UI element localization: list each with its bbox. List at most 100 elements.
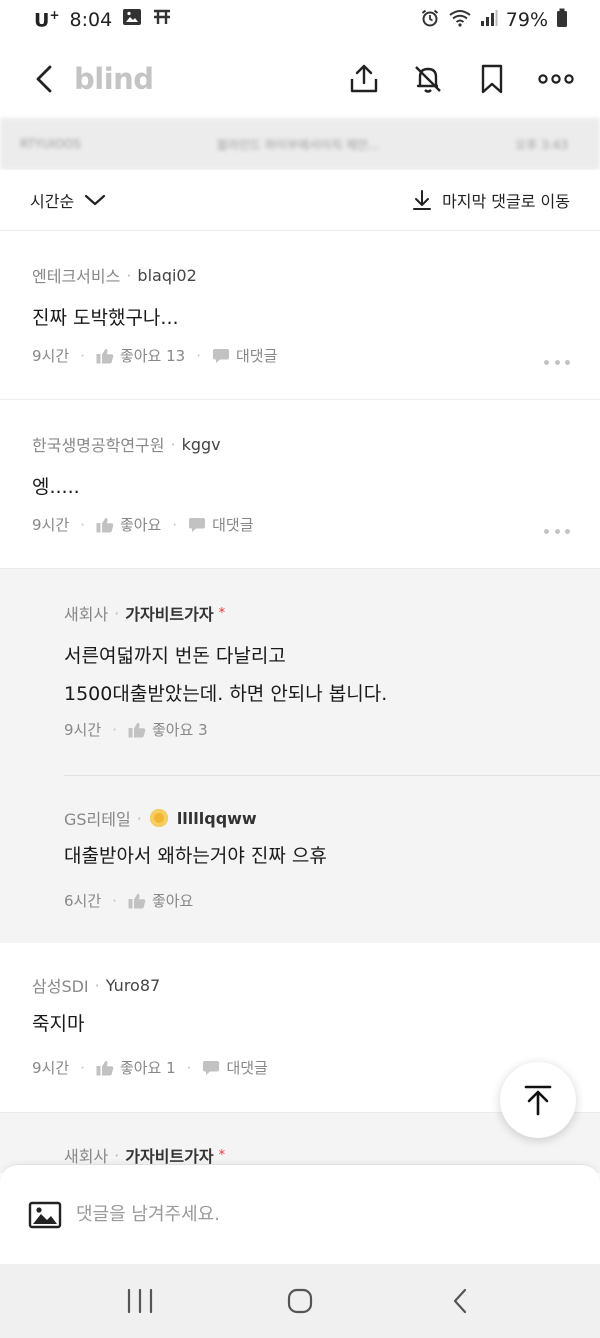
like-button[interactable]: 좋아요 bbox=[96, 514, 161, 535]
comment-meta: 새회사 · 가자비트가자 * bbox=[64, 601, 225, 625]
like-label: 좋아요 3 bbox=[151, 721, 208, 739]
sort-label: 시간순 bbox=[30, 192, 75, 211]
speech-bubble-icon bbox=[212, 348, 229, 363]
attach-image-button[interactable] bbox=[28, 1198, 62, 1232]
reply-item: GS리테일 · lllllqqww 대출받아서 왜하는거야 진짜 으휴 6시간 … bbox=[0, 775, 600, 943]
blurred-right-text: 오후 3:43 bbox=[515, 137, 568, 152]
status-time: 8:04 bbox=[69, 8, 113, 31]
nickname[interactable]: 가자비트가자 bbox=[125, 601, 213, 625]
comment-item: 엔테크서비스 · blaqi02 진짜 도박했구나... 9시간 · 좋아요 1… bbox=[0, 231, 600, 400]
comment-text: 대출받아서 왜하는거야 진짜 으휴 bbox=[64, 845, 327, 867]
chevron-left-icon bbox=[453, 1288, 467, 1314]
comment-more-button[interactable] bbox=[544, 357, 570, 367]
share-icon bbox=[350, 64, 378, 93]
reply-label: 대댓글 bbox=[235, 347, 278, 365]
nickname[interactable]: kggv bbox=[182, 435, 221, 454]
arrow-up-to-top-icon bbox=[524, 1085, 552, 1116]
back-button[interactable] bbox=[24, 59, 64, 99]
comment-text-line: 1500대출받았는데. 하면 안되나 봅니다. bbox=[64, 683, 388, 705]
company-name: 삼성SDI bbox=[32, 977, 89, 996]
comment-text: 엥..... bbox=[32, 476, 80, 498]
home-icon bbox=[287, 1288, 313, 1314]
nickname[interactable]: lllllqqww bbox=[177, 809, 257, 828]
meta-separator: · bbox=[114, 1145, 120, 1165]
comment-actions: 6시간 · 좋아요 bbox=[64, 890, 194, 911]
like-label: 좋아요 bbox=[119, 516, 162, 534]
like-button[interactable]: 좋아요 3 bbox=[128, 719, 208, 740]
like-button[interactable]: 좋아요 13 bbox=[96, 345, 185, 366]
status-right: 79% bbox=[420, 8, 568, 33]
jump-to-last-comment-button[interactable]: 마지막 댓글로 이동 bbox=[412, 188, 570, 212]
comment-text: 죽지마 bbox=[32, 1013, 85, 1035]
blurred-center-text: 블라인드 하이부에서이직 제안... bbox=[216, 137, 380, 152]
sort-bar: 시간순 마지막 댓글로 이동 bbox=[0, 170, 600, 231]
app-notification-icon bbox=[152, 8, 172, 31]
share-button[interactable] bbox=[344, 59, 384, 99]
nickname[interactable]: Yuro87 bbox=[106, 976, 160, 995]
like-label: 좋아요 bbox=[151, 892, 194, 910]
chevron-down-icon bbox=[85, 194, 106, 206]
comment-meta: GS리테일 · lllllqqww bbox=[64, 806, 257, 830]
thumbs-up-icon bbox=[128, 893, 146, 908]
notifications-off-button[interactable] bbox=[408, 59, 448, 99]
recent-apps-button[interactable] bbox=[110, 1276, 170, 1326]
reply-button[interactable]: 대댓글 bbox=[202, 1057, 268, 1078]
meta-separator: · bbox=[136, 808, 142, 828]
company-name: 새회사 bbox=[64, 605, 109, 624]
system-nav-bar bbox=[0, 1264, 600, 1338]
comment-more-button[interactable] bbox=[544, 526, 570, 536]
brand-logo: blind bbox=[74, 62, 154, 96]
status-bar: U+ 8:04 79% bbox=[0, 0, 600, 40]
meta-separator: · bbox=[170, 434, 176, 454]
wifi-icon bbox=[448, 8, 472, 33]
comment-time: 9시간 bbox=[32, 347, 70, 365]
jump-label: 마지막 댓글로 이동 bbox=[442, 192, 570, 211]
signal-icon bbox=[480, 9, 498, 32]
recent-apps-icon bbox=[127, 1288, 153, 1314]
comment-actions: 9시간 · 좋아요 3 bbox=[64, 719, 208, 740]
comment-text-line: 서른여덟까지 번돈 다날리고 bbox=[64, 645, 286, 667]
comment-item: 한국생명공학연구원 · kggv 엥..... 9시간 · 좋아요 · 대댓글 bbox=[0, 400, 600, 569]
nickname[interactable]: blaqi02 bbox=[137, 266, 196, 285]
thumbs-up-icon bbox=[128, 722, 146, 737]
reply-button[interactable]: 대댓글 bbox=[188, 514, 254, 535]
home-button[interactable] bbox=[270, 1276, 330, 1326]
comment-time: 9시간 bbox=[32, 516, 70, 534]
comment-meta: 엔테크서비스 · blaqi02 bbox=[32, 263, 197, 287]
sort-dropdown[interactable]: 시간순 bbox=[30, 188, 106, 212]
author-mark: * bbox=[218, 605, 226, 621]
reply-divider bbox=[64, 775, 600, 776]
comment-meta: 삼성SDI · Yuro87 bbox=[32, 973, 160, 997]
like-button[interactable]: 좋아요 bbox=[128, 890, 193, 911]
comment-actions: 9시간 · 좋아요 13 · 대댓글 bbox=[32, 345, 278, 366]
blurred-left-text: RTYUIOOS bbox=[20, 137, 81, 151]
gallery-notification-icon bbox=[122, 8, 142, 31]
like-label: 좋아요 13 bbox=[119, 347, 186, 365]
company-name: GS리테일 bbox=[64, 810, 131, 829]
company-name: 엔테크서비스 bbox=[32, 267, 121, 286]
comment-compose-bar bbox=[0, 1164, 600, 1264]
carrier-label: U+ bbox=[34, 8, 60, 32]
comment-time: 9시간 bbox=[64, 721, 102, 739]
reply-label: 대댓글 bbox=[212, 516, 254, 534]
speech-bubble-icon bbox=[203, 1060, 220, 1075]
comment-actions: 9시간 · 좋아요 · 대댓글 bbox=[32, 514, 254, 535]
more-button[interactable] bbox=[536, 59, 576, 99]
scroll-to-top-button[interactable] bbox=[500, 1062, 576, 1138]
company-name: 한국생명공학연구원 bbox=[32, 436, 165, 455]
bookmark-button[interactable] bbox=[472, 59, 512, 99]
back-arrow-icon bbox=[36, 65, 52, 93]
author-mark: * bbox=[218, 1147, 226, 1163]
image-icon bbox=[28, 1201, 62, 1228]
comment-actions: 9시간 · 좋아요 1 · 대댓글 bbox=[32, 1057, 268, 1078]
alarm-icon bbox=[420, 8, 440, 33]
system-back-button[interactable] bbox=[430, 1276, 490, 1326]
user-badge-icon bbox=[149, 809, 168, 827]
download-arrow-icon bbox=[413, 190, 432, 210]
reply-button[interactable]: 대댓글 bbox=[212, 345, 277, 366]
comment-meta: 한국생명공학연구원 · kggv bbox=[32, 432, 221, 456]
like-button[interactable]: 좋아요 1 bbox=[96, 1057, 176, 1078]
like-label: 좋아요 1 bbox=[119, 1059, 176, 1077]
thumbs-up-icon bbox=[96, 517, 114, 532]
comment-input[interactable] bbox=[76, 1204, 536, 1225]
